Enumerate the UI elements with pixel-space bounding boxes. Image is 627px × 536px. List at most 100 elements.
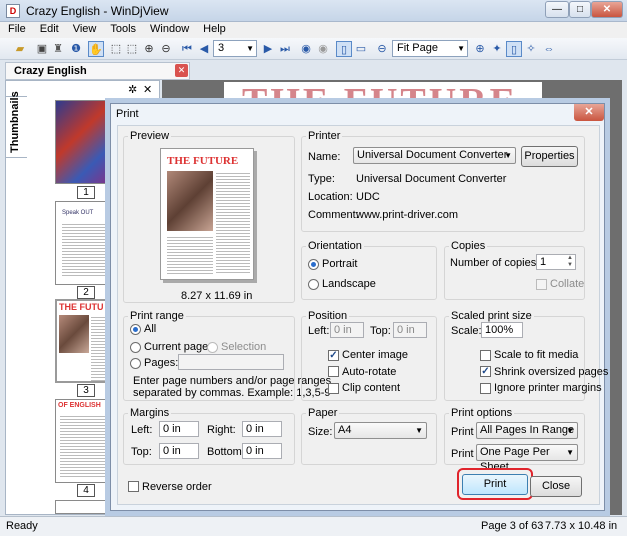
- print-scope-select[interactable]: All Pages In Range ▼: [476, 422, 578, 439]
- thumbnail-page-3[interactable]: THE FUTU: [55, 299, 117, 383]
- menu-tools[interactable]: Tools: [102, 22, 142, 35]
- range-all-radio[interactable]: [130, 324, 141, 335]
- printer-type-value: Universal Document Converter: [356, 173, 507, 185]
- margin-right-field[interactable]: 0 in: [242, 421, 282, 437]
- auto-rotate-label: Auto-rotate: [342, 366, 397, 378]
- single-page-icon[interactable]: ▯: [336, 41, 352, 57]
- close-panel-icon[interactable]: ✕: [143, 83, 152, 96]
- reverse-order-checkbox[interactable]: [128, 481, 139, 492]
- find-icon[interactable]: ♜: [50, 41, 66, 57]
- print-button[interactable]: Print: [462, 474, 528, 495]
- thumbnail-page-2[interactable]: Speak OUT: [55, 201, 117, 285]
- margin-left-field[interactable]: 0 in: [159, 421, 199, 437]
- center-image-checkbox[interactable]: ✓: [328, 350, 339, 361]
- close-window-button[interactable]: ✕: [591, 1, 623, 18]
- zoom-combo[interactable]: Fit Page ▼: [392, 40, 468, 57]
- dialog-close-icon[interactable]: ✕: [574, 104, 604, 121]
- minimize-button[interactable]: —: [545, 1, 569, 18]
- thumbnail-page-5[interactable]: [55, 500, 117, 514]
- first-page-icon[interactable]: ⏮: [179, 41, 195, 57]
- position-top-value: 0 in: [397, 324, 415, 336]
- menu-view[interactable]: View: [65, 22, 103, 35]
- zoom-in-circle-icon[interactable]: ⊕: [472, 41, 488, 57]
- position-top-label: Top:: [370, 325, 391, 337]
- thumbnail-title: OF ENGLISH: [58, 402, 101, 409]
- position-label: Position: [306, 310, 350, 322]
- scale-field[interactable]: 100%: [481, 322, 523, 338]
- select-tool-icon[interactable]: ⬚: [108, 41, 124, 57]
- paper-size-select[interactable]: A4 ▼: [334, 422, 427, 439]
- spin-arrows-icon[interactable]: ▲ ▼: [565, 255, 575, 269]
- next-page-icon[interactable]: ▶: [260, 41, 276, 57]
- position-left-field[interactable]: 0 in: [330, 322, 364, 338]
- open-icon[interactable]: ▰: [12, 41, 28, 57]
- thumbnails-vertical-tab[interactable]: Thumbnails: [5, 91, 27, 158]
- menu-edit[interactable]: Edit: [32, 22, 65, 35]
- last-page-icon[interactable]: ⏭: [277, 41, 293, 57]
- margin-bottom-field[interactable]: 0 in: [242, 443, 282, 459]
- actual-size-icon[interactable]: ✧: [523, 41, 539, 57]
- range-pages-radio[interactable]: [130, 358, 141, 369]
- auto-rotate-checkbox[interactable]: [328, 366, 339, 377]
- preview-page: THE FUTURE: [160, 148, 254, 280]
- zoom-in-icon[interactable]: ⊕: [141, 41, 157, 57]
- two-page-icon[interactable]: ▭: [353, 41, 369, 57]
- dialog-title: Print: [116, 108, 139, 120]
- prev-page-icon[interactable]: ◀: [196, 41, 212, 57]
- print-icon[interactable]: ▣: [34, 41, 50, 57]
- range-selection-radio[interactable]: [207, 342, 218, 353]
- maximize-button[interactable]: □: [569, 1, 591, 18]
- margins-label: Margins: [128, 407, 172, 419]
- paper-size-label: Size:: [308, 426, 333, 438]
- rotate-icon[interactable]: ⇔: [541, 41, 557, 57]
- gear-icon[interactable]: ✲: [128, 83, 137, 96]
- collate-label: Collate: [550, 278, 585, 290]
- position-top-field[interactable]: 0 in: [393, 322, 427, 338]
- ignore-margins-checkbox[interactable]: [480, 383, 491, 394]
- range-current-radio[interactable]: [130, 342, 141, 353]
- margin-top-field[interactable]: 0 in: [159, 443, 199, 459]
- scale-to-fit-label: Scale to fit media: [494, 349, 579, 361]
- pages-input[interactable]: [178, 354, 284, 370]
- zoom-rect-icon[interactable]: ⬚: [124, 41, 140, 57]
- hand-tool-icon[interactable]: ✋: [88, 41, 104, 57]
- thumbnail-page-1[interactable]: [55, 100, 117, 184]
- fit-page-icon[interactable]: ▯: [506, 41, 522, 57]
- preview-text-lines: [216, 171, 250, 275]
- clip-content-checkbox[interactable]: [328, 383, 339, 394]
- menu-help[interactable]: Help: [195, 22, 232, 35]
- thumbnail-page-4[interactable]: OF ENGLISH: [55, 399, 117, 483]
- portrait-radio[interactable]: [308, 259, 319, 270]
- zoom-out-circle-icon[interactable]: ⊖: [374, 41, 390, 57]
- range-selection-label: Selection: [221, 341, 267, 353]
- printer-name-select[interactable]: Universal Document Converter ▼: [353, 147, 516, 164]
- properties-button[interactable]: Properties: [521, 146, 578, 167]
- close-tab-icon[interactable]: ✕: [175, 64, 188, 77]
- range-current-label: Current page: [144, 341, 209, 353]
- thumbnail-text-lines: [62, 222, 110, 278]
- scaled-size-label: Scaled print size: [449, 310, 534, 322]
- menu-window[interactable]: Window: [142, 22, 195, 35]
- print-layout-select[interactable]: One Page Per Sheet ▼: [476, 444, 578, 473]
- title-bar: D Crazy English - WinDjView — □ ✕: [0, 0, 627, 22]
- close-button[interactable]: Close: [530, 476, 582, 497]
- forward-icon[interactable]: ◉: [315, 41, 331, 57]
- page-number-field[interactable]: 3 ▼: [213, 40, 257, 57]
- shrink-oversized-label: Shrink oversized pages: [494, 366, 609, 378]
- orientation-group: [301, 246, 437, 300]
- fit-width-icon[interactable]: ✦: [489, 41, 505, 57]
- landscape-radio[interactable]: [308, 279, 319, 290]
- menu-file[interactable]: File: [0, 22, 32, 35]
- chevron-down-icon: ▼: [566, 426, 574, 435]
- scale-to-fit-checkbox[interactable]: [480, 350, 491, 361]
- back-icon[interactable]: ◉: [298, 41, 314, 57]
- info-icon[interactable]: ❶: [68, 41, 84, 57]
- zoom-out-icon[interactable]: ⊖: [158, 41, 174, 57]
- print-layout-label: Print: [451, 448, 474, 460]
- collate-checkbox[interactable]: [536, 279, 547, 290]
- zoom-value: Fit Page: [397, 42, 438, 54]
- shrink-oversized-checkbox[interactable]: ✓: [480, 366, 491, 377]
- margin-left-label: Left:: [131, 424, 153, 436]
- copies-number-label: Number of copies:: [450, 257, 540, 269]
- document-tab[interactable]: Crazy English: [5, 62, 190, 80]
